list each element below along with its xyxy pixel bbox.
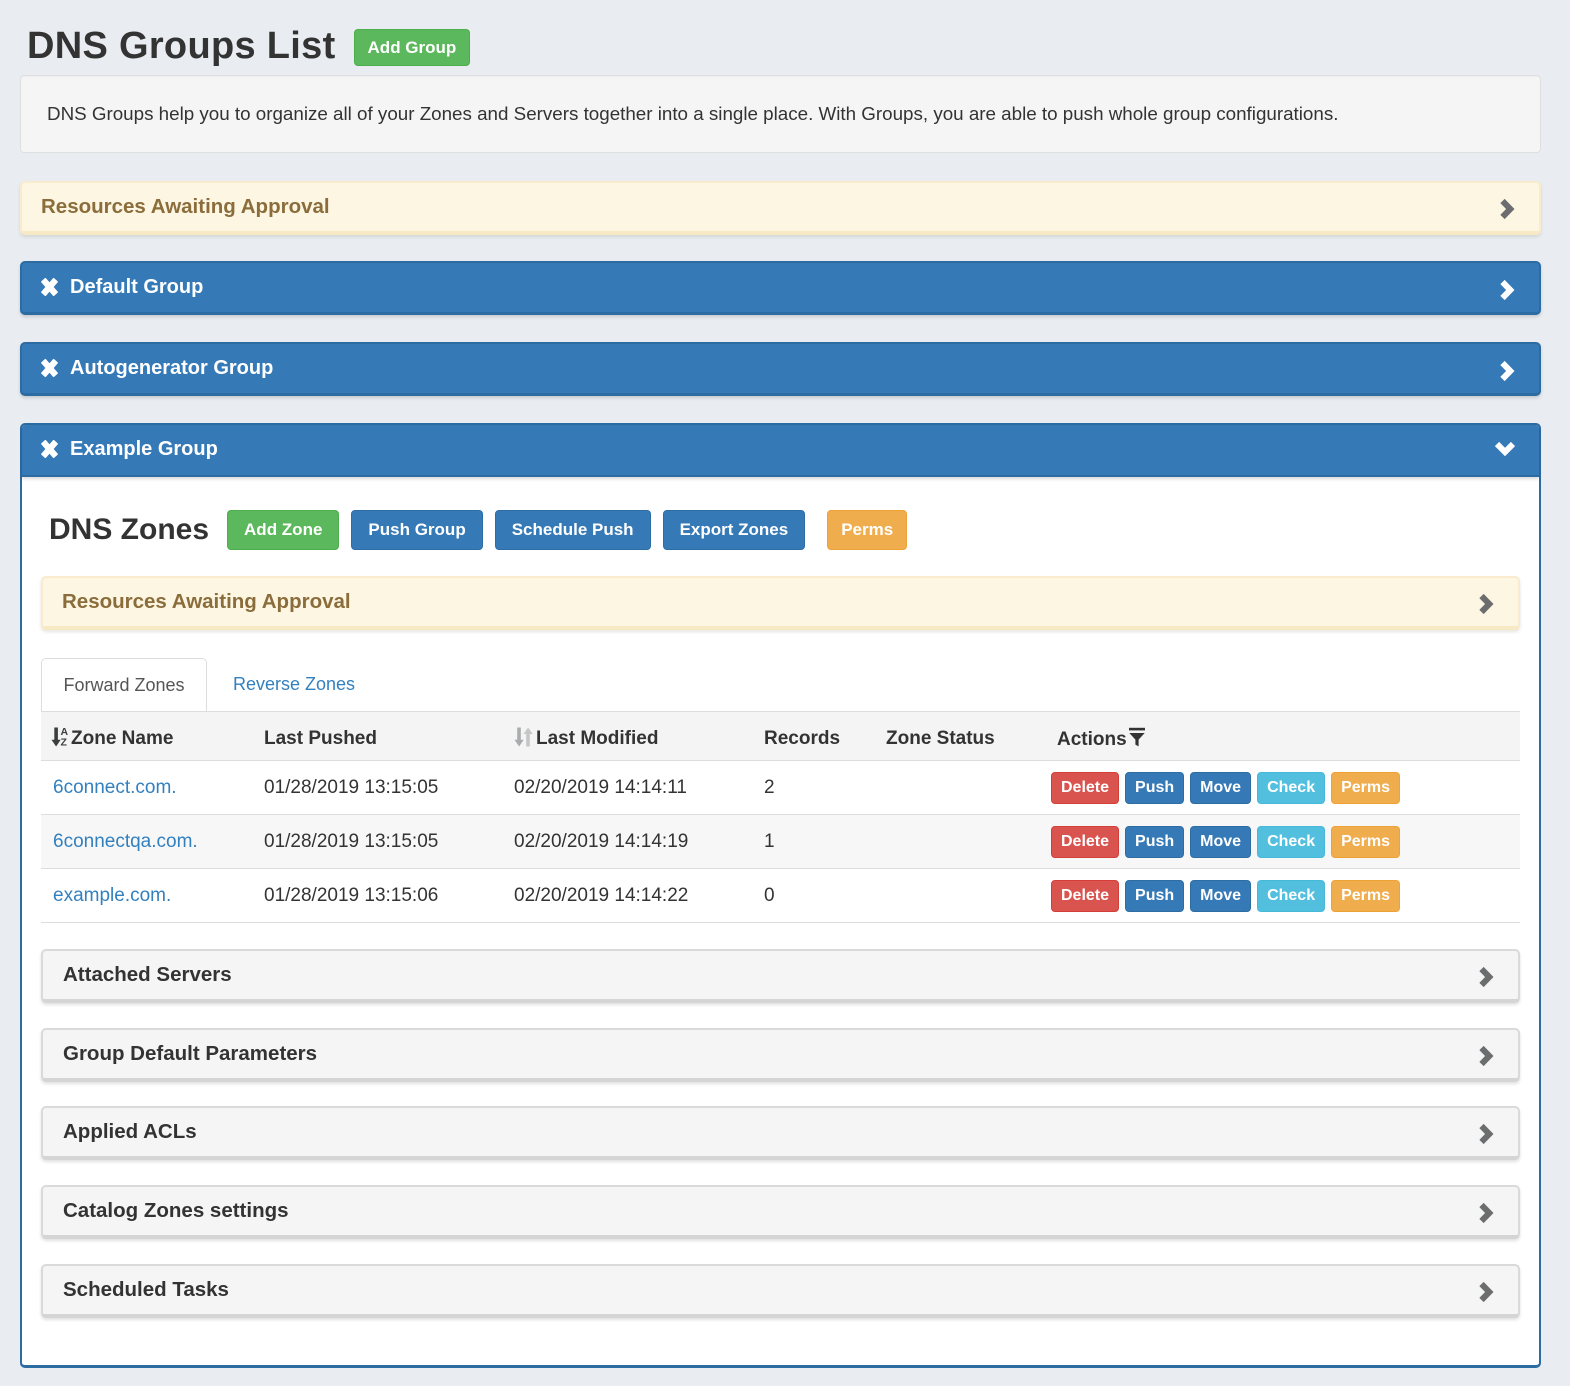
svg-text:Z: Z <box>61 737 68 748</box>
